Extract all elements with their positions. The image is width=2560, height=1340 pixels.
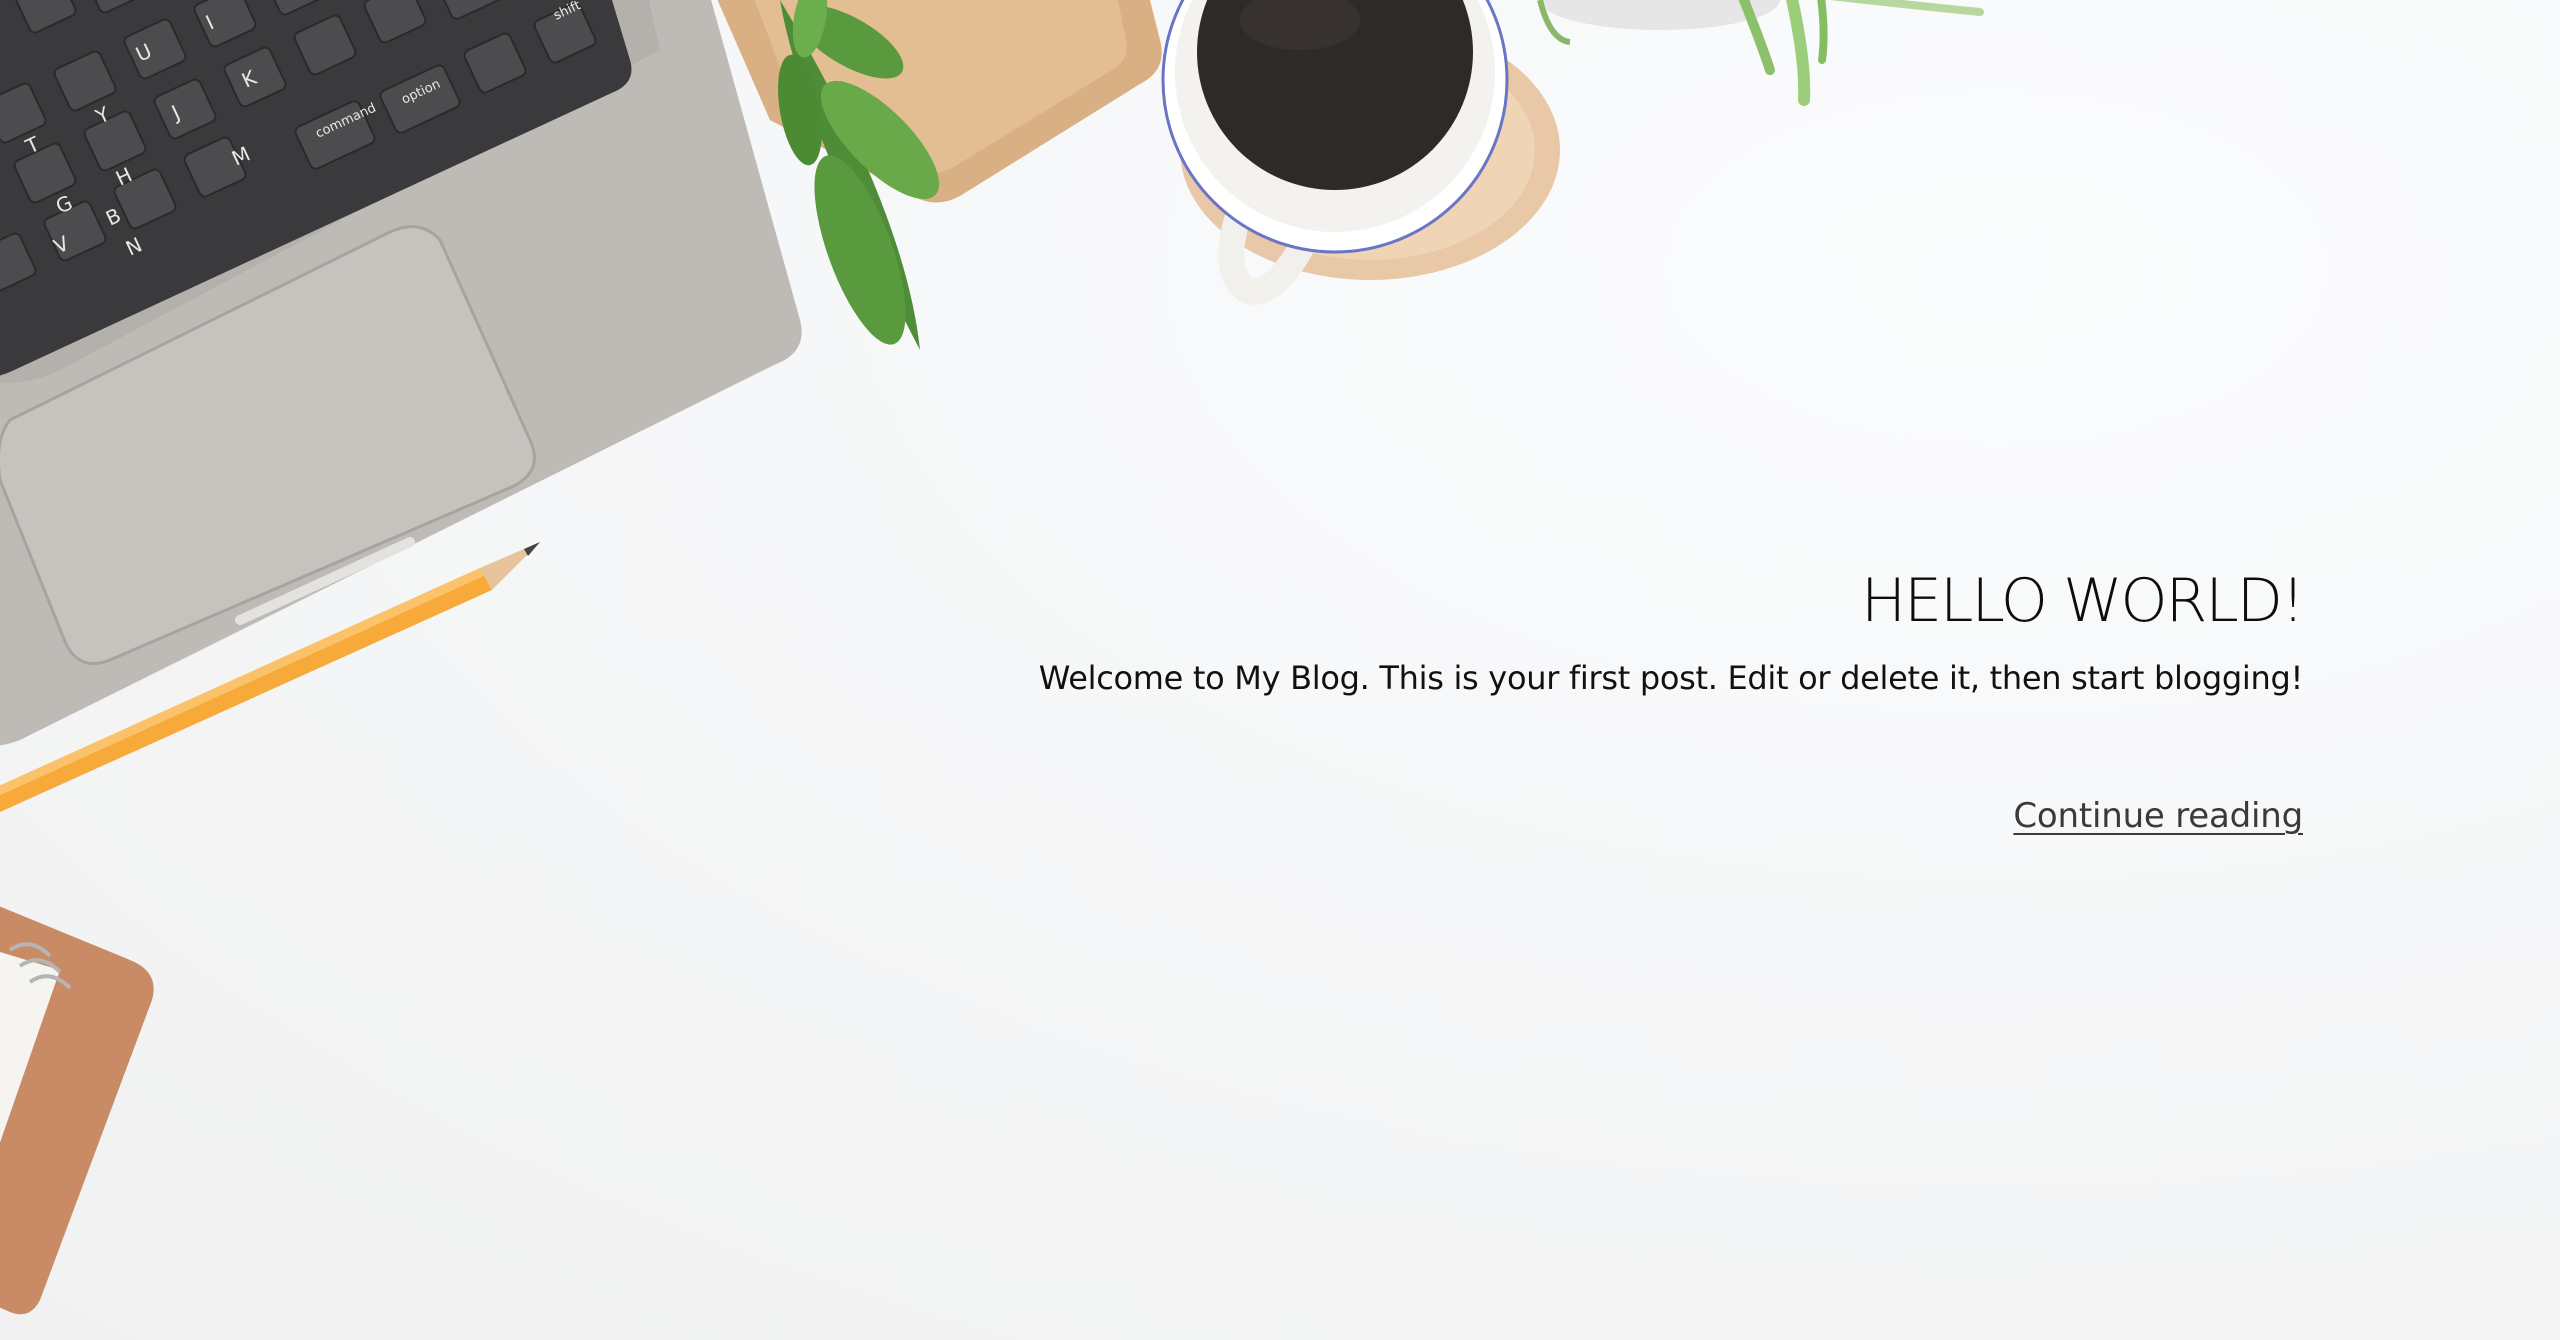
hero-section: U I Y T J K G H N M B V command option s… [0, 0, 2560, 1340]
coffee-cup-illustration [1161, 0, 1560, 305]
post-title[interactable]: HELLO WORLD! [903, 560, 2305, 642]
continue-reading-link[interactable]: Continue reading [2013, 794, 2303, 838]
notebook-illustration [0, 906, 154, 1315]
potted-plant-illustration [1537, 0, 1984, 106]
laptop-illustration: U I Y T J K G H N M B V command option s… [0, 0, 802, 746]
blog-post-preview: HELLO WORLD! Welcome to My Blog. This is… [903, 560, 2305, 838]
post-excerpt: Welcome to My Blog. This is your first p… [1038, 659, 2304, 697]
